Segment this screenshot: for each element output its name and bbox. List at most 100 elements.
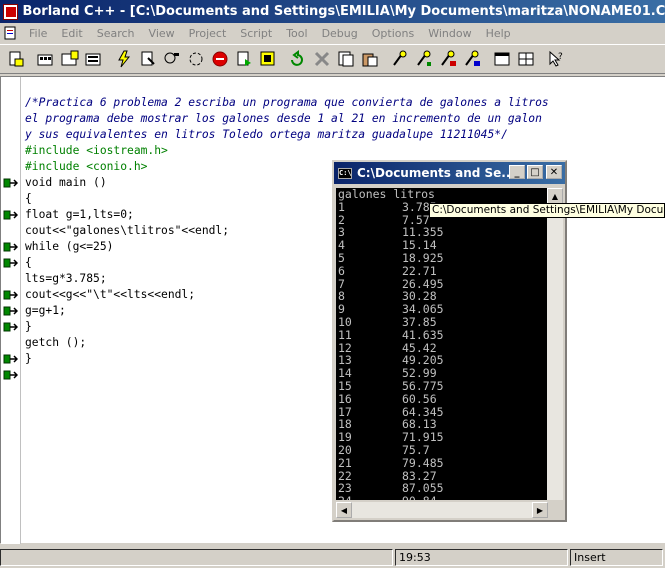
menu-script[interactable]: Script	[233, 27, 279, 40]
status-message	[0, 549, 393, 566]
open-icon[interactable]	[34, 48, 57, 71]
make-icon[interactable]	[112, 48, 135, 71]
menu-help[interactable]: Help	[479, 27, 518, 40]
breakpoint-marker-icon[interactable]	[3, 257, 19, 269]
breakpoint-marker-icon[interactable]	[3, 241, 19, 253]
galones-value: 6	[338, 263, 345, 278]
galones-value: 8	[338, 289, 345, 304]
menu-project[interactable]: Project	[182, 27, 234, 40]
inspect-icon[interactable]	[436, 48, 459, 71]
close-button[interactable]: ✕	[546, 165, 562, 179]
breakpoint-icon[interactable]	[358, 48, 381, 71]
cut-icon[interactable]	[286, 48, 309, 71]
menu-edit[interactable]: Edit	[54, 27, 89, 40]
trace-icon[interactable]	[412, 48, 435, 71]
replace-icon[interactable]	[184, 48, 207, 71]
console-row: 5 18.925	[338, 252, 548, 265]
menu-view[interactable]: View	[142, 27, 182, 40]
code-line: /*Practica 6 problema 2 escriba un progr…	[25, 96, 549, 109]
menu-debug[interactable]: Debug	[315, 27, 365, 40]
window-icon[interactable]	[490, 48, 513, 71]
breakpoint-marker-icon[interactable]	[3, 305, 19, 317]
undo-icon[interactable]	[256, 48, 279, 71]
console-row: 15 56.775	[338, 380, 548, 393]
menu-tool[interactable]: Tool	[279, 27, 314, 40]
path-tooltip: C:\Documents and Settings\EMILIA\My Docu…	[429, 203, 665, 218]
galones-value: 11	[338, 327, 352, 342]
console-row: 11 41.635	[338, 327, 548, 342]
find-icon[interactable]	[160, 48, 183, 71]
menu-bar: File Edit Search View Project Script Too…	[0, 23, 665, 43]
toolbar: ?	[0, 44, 665, 74]
breakpoint-marker-icon[interactable]	[3, 353, 19, 365]
breakpoint-marker-icon[interactable]	[3, 209, 19, 221]
cursor-position: 19:53	[395, 549, 568, 566]
galones-value: 4	[338, 238, 345, 253]
window-title: Borland C++ - [C:\Documents and Settings…	[22, 4, 665, 19]
watch-icon[interactable]	[460, 48, 483, 71]
galones-value: 5	[338, 250, 345, 265]
menu-window[interactable]: Window	[421, 27, 478, 40]
copy-icon[interactable]	[310, 48, 333, 71]
menu-file[interactable]: File	[22, 27, 54, 40]
breakpoint-marker-icon[interactable]	[3, 177, 19, 189]
console-row: 21 79.485	[338, 455, 548, 470]
scroll-left-arrow-icon[interactable]: ◀	[336, 502, 352, 518]
scroll-up-arrow-icon[interactable]: ▲	[547, 188, 563, 204]
stop-icon[interactable]	[208, 48, 231, 71]
title-bar[interactable]: Borland C++ - [C:\Documents and Settings…	[0, 0, 665, 23]
svg-text:?: ?	[558, 52, 563, 62]
galones-value: 24	[338, 495, 402, 500]
console-header: galones litros	[338, 188, 435, 201]
breakpoint-marker-icon[interactable]	[3, 321, 19, 333]
status-bar: 19:53 Insert	[0, 547, 665, 568]
tile-icon[interactable]	[514, 48, 537, 71]
console-icon: C:\	[338, 167, 352, 179]
galones-value: 21	[338, 455, 352, 470]
console-vertical-scrollbar[interactable]: ▲	[547, 188, 563, 500]
console-row: 9 34.065	[338, 303, 548, 316]
new-file-icon[interactable]	[4, 48, 27, 71]
litros-value: 90.84	[402, 494, 437, 500]
scroll-right-arrow-icon[interactable]: ▶	[532, 502, 548, 518]
console-row: 17 64.345	[338, 405, 548, 419]
menu-options[interactable]: Options	[365, 27, 421, 40]
galones-value: 16	[338, 391, 352, 406]
console-row: 13 49.205	[338, 354, 548, 367]
breakpoint-marker-icon[interactable]	[3, 369, 19, 381]
code-line: #include <iostream.h>	[25, 144, 168, 157]
compile-icon[interactable]	[82, 48, 105, 71]
console-row: 3 11.355	[338, 226, 548, 239]
build-icon[interactable]	[136, 48, 159, 71]
code-line: el programa debe mostrar los galones des…	[25, 112, 542, 125]
console-row: 23 87.055	[338, 482, 548, 495]
console-title: C:\Documents and Se...	[357, 166, 515, 180]
paste-icon[interactable]	[334, 48, 357, 71]
console-row: 19 71.915	[338, 431, 548, 444]
console-horizontal-scrollbar[interactable]: ◀ ▶	[336, 502, 548, 518]
galones-value: 7	[338, 276, 345, 291]
galones-value: 15	[338, 378, 352, 393]
galones-value: 20	[338, 442, 352, 457]
menu-search[interactable]: Search	[90, 27, 142, 40]
galones-value: 3	[338, 225, 345, 240]
editor-gutter[interactable]	[1, 77, 21, 544]
document-system-icon[interactable]	[2, 25, 18, 41]
help-icon[interactable]: ?	[544, 48, 567, 71]
borland-app-icon	[3, 3, 19, 20]
console-output: galones litros 1 3.785 2 7.57 3 11.355 4 15.14 5 1…	[336, 188, 548, 500]
run-icon[interactable]	[232, 48, 255, 71]
galones-value: 2	[338, 212, 345, 227]
insert-mode: Insert	[570, 549, 663, 566]
minimize-button[interactable]: _	[509, 165, 525, 179]
galones-value: 1	[338, 199, 345, 214]
maximize-button[interactable]: □	[527, 165, 543, 179]
save-icon[interactable]	[58, 48, 81, 71]
console-title-bar[interactable]: C:\ C:\Documents and Se... _ □ ✕	[334, 162, 565, 184]
step-icon[interactable]	[388, 48, 411, 71]
breakpoint-marker-icon[interactable]	[3, 289, 19, 301]
console-row: 2490.84	[338, 495, 548, 500]
code-line: y sus equivalentes en litros Toledo orte…	[25, 128, 508, 141]
console-row: 7 26.495	[338, 276, 548, 291]
galones-value: 10	[338, 314, 352, 329]
